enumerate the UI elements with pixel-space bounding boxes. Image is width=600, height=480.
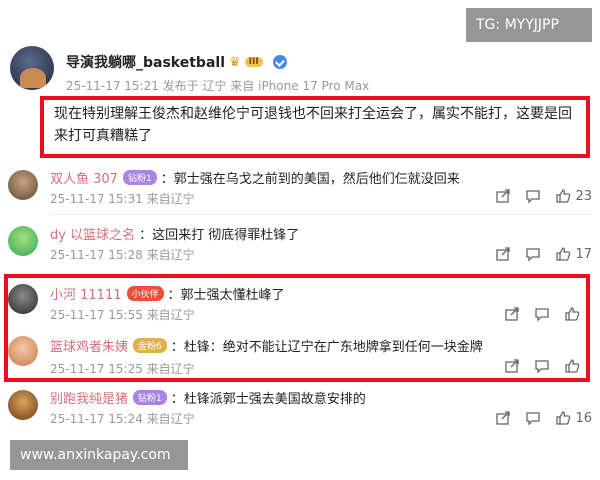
commenter-avatar[interactable] <box>8 390 38 420</box>
comment-text: ：郭士强太懂杜峰了 <box>167 288 285 303</box>
comment-text: ：郭士强在乌戈之前到的美国，然后他们仨就没回来 <box>160 172 460 187</box>
divider <box>50 214 592 215</box>
commenter-name[interactable]: 篮球鸡者朱姨 <box>50 336 128 355</box>
reply-button[interactable] <box>525 188 541 204</box>
commenter-name[interactable]: dy 以篮球之名 <box>50 224 135 243</box>
share-button[interactable] <box>504 306 520 322</box>
post-body: 现在特别理解王俊杰和赵维伦宁可退钱也不回来打全运会了，属实不能打，这要是回来打可… <box>54 106 572 144</box>
like-button[interactable]: 16 <box>555 410 592 426</box>
comment-meta: 25-11-17 15:31 来自辽宁 <box>50 192 195 206</box>
thumbs-up-icon <box>556 411 571 425</box>
like-count: 23 <box>575 188 592 204</box>
commenter-avatar[interactable] <box>8 284 38 314</box>
commenter-name[interactable]: 双人鱼 307 <box>50 168 118 187</box>
like-button[interactable]: 17 <box>555 246 592 262</box>
fan-badge: 金粉6 <box>133 338 167 353</box>
comment-icon <box>526 248 541 262</box>
comment-icon <box>526 412 541 426</box>
reply-button[interactable] <box>525 410 541 426</box>
comment-text: ：杜锋派郭士强去美国故意安排的 <box>170 392 366 407</box>
commenter-avatar[interactable] <box>8 170 38 200</box>
share-icon <box>505 307 519 321</box>
thumbs-up-icon <box>556 189 571 203</box>
reply-button[interactable] <box>534 358 550 374</box>
share-button[interactable] <box>495 410 511 426</box>
commenter-name[interactable]: 小河 11111 <box>50 284 122 303</box>
commenter-name[interactable]: 别跑我纯是猪 <box>50 388 128 407</box>
commenter-avatar[interactable] <box>8 336 38 366</box>
author-name-row[interactable]: 导演我躺哪_basketball ♛ III <box>66 52 287 72</box>
comment-icon <box>535 360 549 374</box>
share-button[interactable] <box>495 188 511 204</box>
share-button[interactable] <box>495 246 511 262</box>
like-button[interactable] <box>564 358 584 374</box>
share-icon <box>496 189 511 203</box>
commenter-avatar[interactable] <box>8 226 38 256</box>
fan-badge: 钻粉1 <box>122 170 157 185</box>
fan-badge: 钻粉1 <box>133 390 167 405</box>
like-button[interactable]: 23 <box>555 188 592 204</box>
watermark-top: TG: MYYJJPP <box>466 8 592 42</box>
level-badge: III <box>244 57 263 67</box>
fan-badge: 小伙伴 <box>126 286 164 301</box>
author-avatar[interactable] <box>10 46 54 90</box>
comment-meta: 25-11-17 15:28 来自辽宁 <box>50 248 195 262</box>
share-icon <box>496 411 511 425</box>
comment-text: ：这回来打 彻底得罪杜锋了 <box>139 228 300 243</box>
like-count: 17 <box>575 246 592 262</box>
share-button[interactable] <box>504 358 520 374</box>
author-name[interactable]: 导演我躺哪_basketball <box>66 52 225 72</box>
comment-icon <box>526 190 541 204</box>
comment-text: ：杜锋：绝对不能让辽宁在广东地牌拿到任何一块金牌 <box>170 340 483 355</box>
thumbs-up-icon <box>556 247 571 261</box>
share-icon <box>505 359 519 373</box>
reply-button[interactable] <box>534 306 550 322</box>
comment-meta: 25-11-17 15:25 来自辽宁 <box>50 362 195 376</box>
reply-button[interactable] <box>525 246 541 262</box>
watermark-bottom: www.anxinkapay.com <box>10 440 188 470</box>
post-meta: 25-11-17 15:21 发布于 辽宁 来自 iPhone 17 Pro M… <box>66 79 370 93</box>
crown-icon: ♛ <box>229 54 241 70</box>
like-button[interactable] <box>564 306 584 322</box>
share-icon <box>496 247 511 261</box>
comment-meta: 25-11-17 15:55 来自辽宁 <box>50 308 195 322</box>
comment-icon <box>535 308 549 322</box>
verified-icon <box>272 55 287 69</box>
like-count: 16 <box>575 410 592 426</box>
thumbs-up-icon <box>565 307 580 321</box>
comment-meta: 25-11-17 15:24 来自辽宁 <box>50 412 195 426</box>
thumbs-up-icon <box>565 359 580 373</box>
